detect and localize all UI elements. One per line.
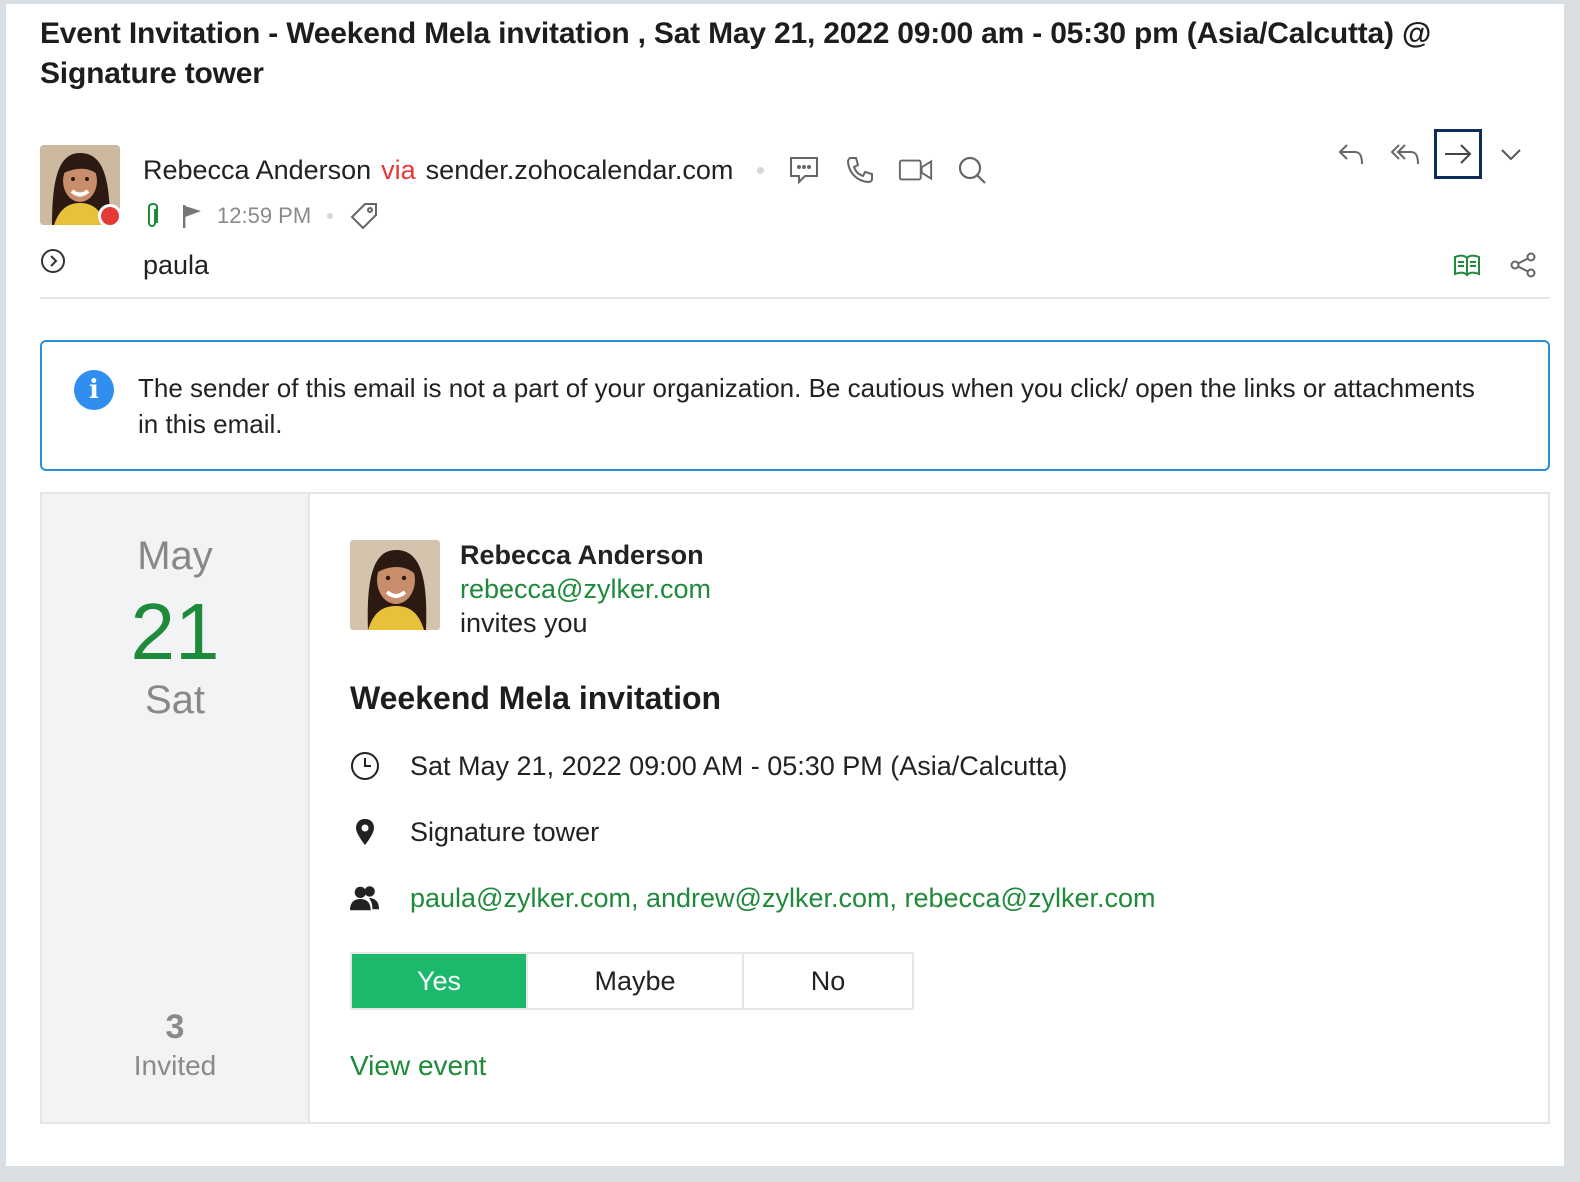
event-date-panel: May 21 Sat 3 Invited <box>42 494 310 1122</box>
invited-count: 3 <box>165 1008 185 1046</box>
email-viewer: Event Invitation - Weekend Mela invitati… <box>6 4 1564 1166</box>
reply-icon[interactable] <box>1326 129 1376 179</box>
rsvp-yes-button[interactable]: Yes <box>352 954 526 1008</box>
via-label: via <box>381 155 416 185</box>
sender-line: Rebecca Anderson via sender.zohocalendar… <box>143 152 1010 188</box>
view-tools <box>1428 248 1540 282</box>
rsvp-maybe-button[interactable]: Maybe <box>526 954 742 1008</box>
phone-icon[interactable] <box>842 152 878 188</box>
reply-all-icon[interactable] <box>1380 129 1430 179</box>
event-day: 21 <box>130 587 220 676</box>
event-details: Rebecca Anderson rebecca@zylker.com invi… <box>350 494 1548 1122</box>
sender-domain: sender.zohocalendar.com <box>425 155 734 185</box>
email-subject: Event Invitation - Weekend Mela invitati… <box>40 17 1432 90</box>
external-sender-warning: i The sender of this email is not a part… <box>40 340 1550 471</box>
event-datetime: Sat May 21, 2022 09:00 AM - 05:30 PM (As… <box>410 750 1068 781</box>
meta-line: 12:59 PM <box>143 201 389 231</box>
view-event-link[interactable]: View event <box>350 1050 486 1082</box>
search-icon[interactable] <box>954 152 990 188</box>
event-attendees-row: paula@zylker.com, andrew@zylker.com, reb… <box>350 878 1155 918</box>
separator-dot <box>327 213 334 219</box>
rsvp-buttons: Yes Maybe No <box>350 952 914 1010</box>
recipient-name[interactable]: paula <box>143 248 209 282</box>
chat-icon[interactable] <box>786 152 822 188</box>
event-month: May <box>137 534 213 578</box>
share-icon[interactable] <box>1506 248 1540 282</box>
message-actions <box>1322 129 1536 179</box>
info-icon: i <box>74 370 114 410</box>
tag-icon[interactable] <box>349 201 379 231</box>
presence-status-dot <box>98 204 122 228</box>
email-time: 12:59 PM <box>217 203 312 228</box>
event-invitation-card: May 21 Sat 3 Invited Rebecca Anderson re… <box>40 492 1550 1124</box>
separator-dot <box>757 166 765 174</box>
rsvp-no-button[interactable]: No <box>742 954 912 1008</box>
event-location-row: Signature tower <box>350 812 599 852</box>
attendee-emails[interactable]: paula@zylker.com, andrew@zylker.com, reb… <box>410 883 1155 914</box>
invited-label: Invited <box>133 1050 217 1081</box>
event-time-row: Sat May 21, 2022 09:00 AM - 05:30 PM (As… <box>350 746 1067 786</box>
header-divider <box>40 297 1550 299</box>
clock-icon <box>350 751 380 781</box>
chevron-down-icon[interactable] <box>1486 129 1536 179</box>
event-location: Signature tower <box>410 816 600 847</box>
video-icon[interactable] <box>898 152 934 188</box>
reading-view-icon[interactable] <box>1450 248 1484 282</box>
expand-details-icon[interactable] <box>40 248 66 274</box>
event-title: Weekend Mela invitation <box>350 680 722 716</box>
attachment-icon[interactable] <box>143 201 161 231</box>
location-pin-icon <box>350 817 380 847</box>
warning-text: The sender of this email is not a part o… <box>138 373 1475 439</box>
organizer-email-link[interactable]: rebecca@zylker.com <box>460 572 711 606</box>
attendees-icon <box>350 883 380 913</box>
sender-name[interactable]: Rebecca Anderson <box>143 152 371 188</box>
event-weekday: Sat <box>144 678 206 722</box>
flag-icon[interactable] <box>181 203 203 229</box>
organizer-avatar <box>350 540 440 630</box>
forward-icon[interactable] <box>1434 129 1482 179</box>
organizer-name: Rebecca Anderson <box>460 540 704 570</box>
invites-text: invites you <box>460 608 588 638</box>
